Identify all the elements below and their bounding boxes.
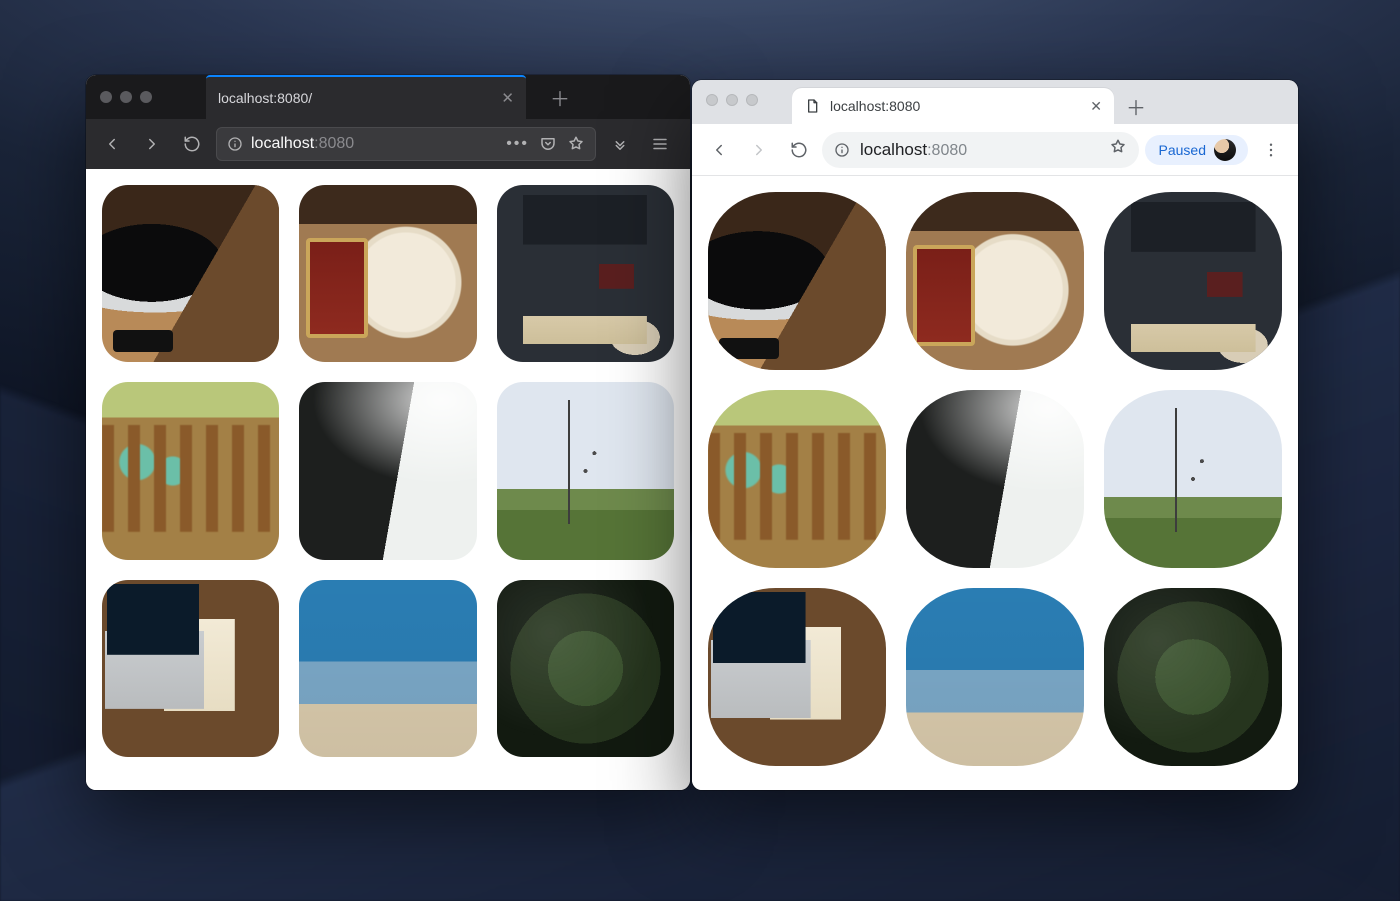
forward-button[interactable] (136, 128, 168, 160)
site-info-icon[interactable] (227, 136, 243, 152)
grid-image[interactable] (102, 382, 279, 559)
address-bar[interactable]: localhost:8080 ••• (216, 127, 596, 161)
page-icon (804, 98, 820, 114)
window-controls (706, 94, 758, 106)
grid-image[interactable] (708, 192, 886, 370)
grid-image[interactable] (299, 382, 476, 559)
grid-image[interactable] (299, 185, 476, 362)
grid-image[interactable] (1104, 588, 1282, 766)
grid-image[interactable] (299, 580, 476, 757)
chrome-page-content (692, 176, 1298, 790)
menu-button[interactable] (1254, 133, 1288, 167)
browser-tab[interactable]: localhost:8080 ✕ (792, 88, 1114, 124)
grid-image[interactable] (102, 580, 279, 757)
reload-button[interactable] (782, 133, 816, 167)
overflow-button[interactable] (604, 128, 636, 160)
reload-button[interactable] (176, 128, 208, 160)
menu-button[interactable] (644, 128, 676, 160)
window-minimize-dot[interactable] (120, 91, 132, 103)
grid-image[interactable] (1104, 390, 1282, 568)
firefox-toolbar: localhost:8080 ••• (86, 119, 690, 169)
grid-image[interactable] (1104, 192, 1282, 370)
back-button[interactable] (702, 133, 736, 167)
grid-image[interactable] (906, 588, 1084, 766)
site-info-icon[interactable] (834, 142, 850, 158)
image-grid (692, 176, 1298, 782)
pocket-icon[interactable] (539, 135, 557, 153)
browser-tab[interactable]: localhost:8080/ ✕ (206, 75, 526, 119)
chrome-tabstrip: localhost:8080 ✕ ＋ (692, 80, 1298, 124)
grid-image[interactable] (708, 390, 886, 568)
image-grid (86, 169, 690, 773)
firefox-titlebar: localhost:8080/ ✕ ＋ (86, 75, 690, 119)
profile-paused-chip[interactable]: Paused (1145, 135, 1248, 165)
chrome-toolbar: localhost:8080 Paused (692, 124, 1298, 176)
grid-image[interactable] (102, 185, 279, 362)
bookmark-star-icon[interactable] (567, 135, 585, 153)
forward-button[interactable] (742, 133, 776, 167)
url-text: localhost:8080 (251, 135, 354, 153)
window-controls (100, 91, 152, 103)
grid-image[interactable] (906, 390, 1084, 568)
new-tab-button[interactable]: ＋ (1120, 90, 1152, 122)
grid-image[interactable] (497, 580, 674, 757)
grid-image[interactable] (497, 185, 674, 362)
window-zoom-dot[interactable] (746, 94, 758, 106)
url-text: localhost:8080 (860, 140, 967, 160)
tab-close-icon[interactable]: ✕ (1090, 98, 1102, 115)
paused-label: Paused (1159, 142, 1206, 158)
window-close-dot[interactable] (100, 91, 112, 103)
tab-title: localhost:8080/ (218, 90, 312, 106)
window-zoom-dot[interactable] (140, 91, 152, 103)
firefox-window: localhost:8080/ ✕ ＋ localhost:8080 ••• (86, 75, 690, 790)
avatar (1214, 139, 1236, 161)
grid-image[interactable] (497, 382, 674, 559)
chrome-window: localhost:8080 ✕ ＋ localhost:8080 Paused (692, 80, 1298, 790)
new-tab-button[interactable]: ＋ (538, 75, 582, 119)
bookmark-star-icon[interactable] (1109, 138, 1127, 161)
window-minimize-dot[interactable] (726, 94, 738, 106)
address-bar[interactable]: localhost:8080 (822, 132, 1139, 168)
tab-title: localhost:8080 (830, 98, 920, 114)
back-button[interactable] (96, 128, 128, 160)
grid-image[interactable] (708, 588, 886, 766)
grid-image[interactable] (906, 192, 1084, 370)
tab-close-icon[interactable]: ✕ (501, 89, 514, 107)
page-actions-icon[interactable]: ••• (506, 135, 529, 153)
window-close-dot[interactable] (706, 94, 718, 106)
firefox-page-content (86, 169, 690, 790)
